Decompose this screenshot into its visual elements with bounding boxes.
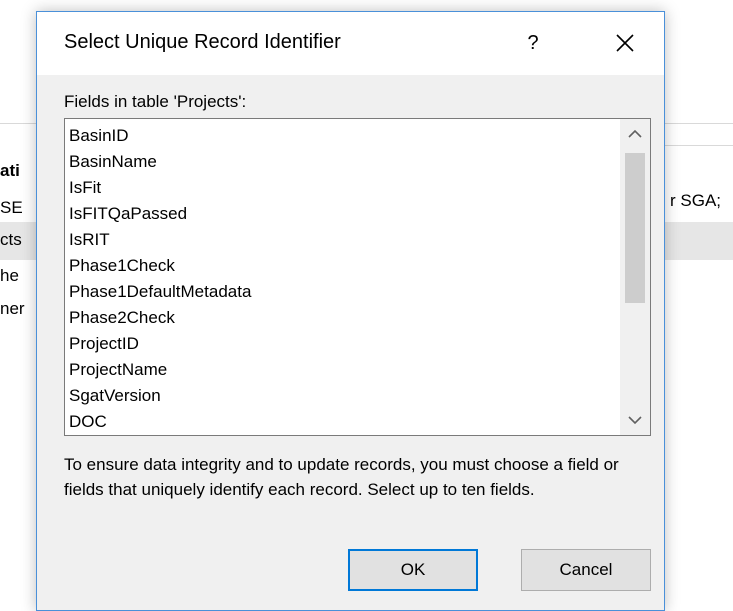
- background-fragment-right: r SGA;: [670, 191, 722, 210]
- field-list-item[interactable]: BasinName: [65, 149, 620, 175]
- scroll-down-button[interactable]: [620, 405, 650, 435]
- field-list-item[interactable]: IsFITQaPassed: [65, 201, 620, 227]
- fields-listbox[interactable]: BasinID BasinName IsFit IsFITQaPassed Is…: [64, 118, 651, 436]
- background-fragment: ner: [0, 299, 25, 318]
- field-list-item[interactable]: BasinID: [65, 123, 620, 149]
- close-button[interactable]: [599, 23, 651, 63]
- field-list-item[interactable]: ProjectName: [65, 357, 620, 383]
- ok-button[interactable]: OK: [348, 549, 478, 591]
- field-list-item[interactable]: Phase1DefaultMetadata: [65, 279, 620, 305]
- chevron-down-icon: [628, 416, 642, 425]
- background-divider-right-top: [665, 123, 733, 124]
- fields-label: Fields in table 'Projects':: [64, 92, 247, 111]
- field-list-item[interactable]: Phase2Check: [65, 305, 620, 331]
- dialog-titlebar: Select Unique Record Identifier ?: [37, 12, 664, 75]
- background-fragment: ati: [0, 161, 20, 180]
- field-list-item[interactable]: IsFit: [65, 175, 620, 201]
- scroll-thumb[interactable]: [625, 153, 645, 303]
- background-fragment: cts: [0, 230, 22, 249]
- field-list-item[interactable]: DOC: [65, 409, 620, 435]
- field-list-item[interactable]: IsRIT: [65, 227, 620, 253]
- cancel-button[interactable]: Cancel: [521, 549, 651, 591]
- select-unique-record-identifier-dialog: Select Unique Record Identifier ? Fields…: [36, 11, 665, 611]
- help-label: ?: [527, 31, 539, 54]
- background-divider-top: [0, 123, 36, 124]
- scroll-up-button[interactable]: [620, 119, 650, 149]
- field-list-item[interactable]: Phase1Check: [65, 253, 620, 279]
- background-selected-row-right: [665, 222, 733, 260]
- field-list-item[interactable]: ProjectID: [65, 331, 620, 357]
- help-button[interactable]: ?: [507, 23, 559, 63]
- chevron-up-icon: [628, 129, 642, 138]
- close-icon: [616, 34, 634, 52]
- background-fragment: he: [0, 266, 19, 285]
- field-list-item[interactable]: SgatVersion: [65, 383, 620, 409]
- fields-scrollbar[interactable]: [620, 119, 650, 435]
- dialog-title: Select Unique Record Identifier: [64, 31, 341, 53]
- fields-list: BasinID BasinName IsFit IsFITQaPassed Is…: [65, 119, 620, 435]
- instruction-text: To ensure data integrity and to update r…: [64, 455, 619, 499]
- background-fragment: SE: [0, 198, 23, 217]
- background-divider-right-mid: [665, 145, 733, 146]
